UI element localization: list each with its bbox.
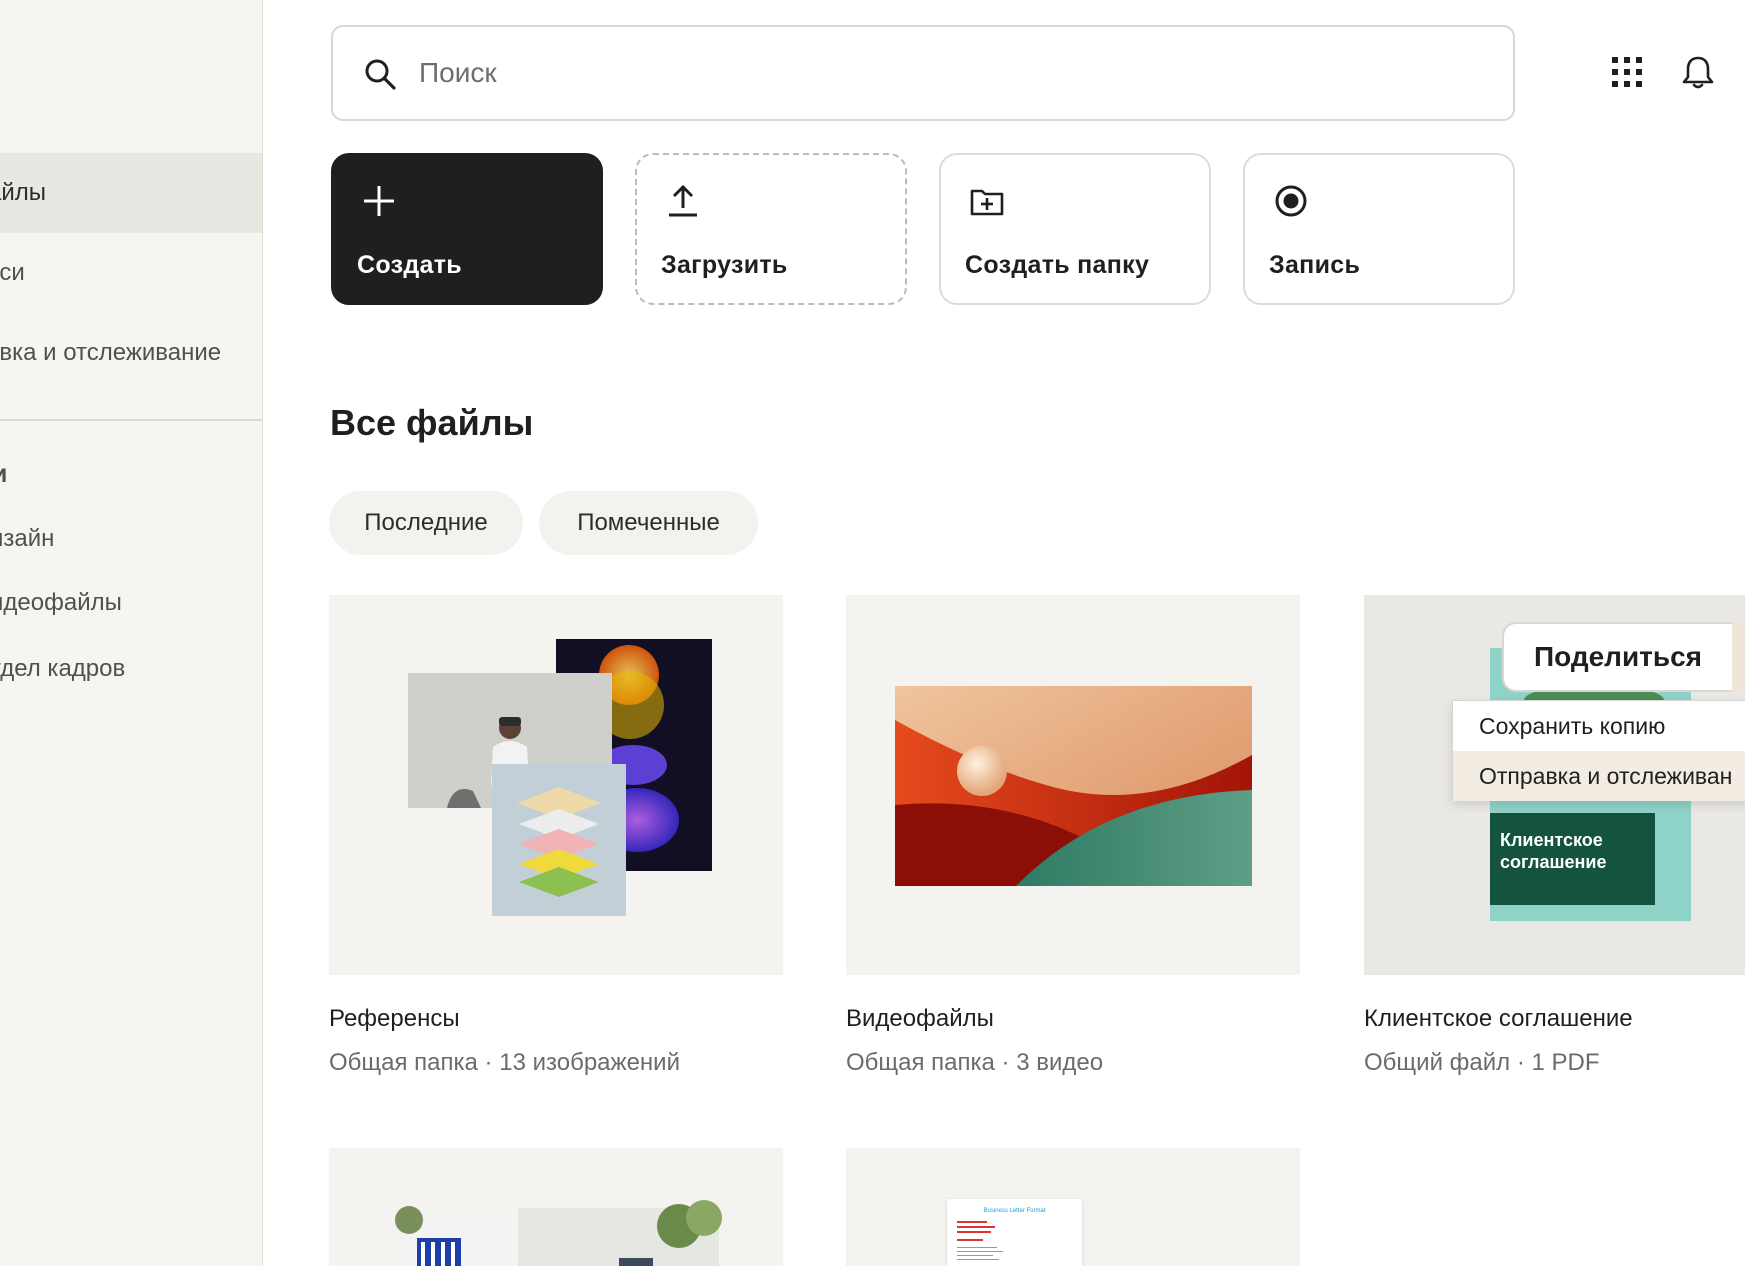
sidebar-item-design[interactable]: изайн — [0, 525, 54, 553]
search-icon — [365, 59, 396, 90]
card-thumbnail — [846, 595, 1300, 975]
videos-abstract-image — [895, 686, 1252, 886]
record-button[interactable]: Запись — [1243, 153, 1515, 305]
sidebar-item-label: иси — [0, 259, 25, 286]
record-icon — [1275, 185, 1307, 217]
new-folder-button-label: Создать папку — [965, 251, 1150, 279]
sidebar-section-title: и — [0, 460, 7, 489]
file-card-business-letter[interactable]: Business Letter Format — [846, 1148, 1300, 1266]
building-photo-image — [388, 1200, 722, 1266]
menu-item-send-track[interactable]: Отправка и отслеживан — [1453, 751, 1745, 801]
file-card-photo[interactable] — [329, 1148, 783, 1266]
search-bar[interactable] — [331, 25, 1515, 121]
card-meta: Общая папка · 3 видео — [846, 1049, 1104, 1076]
page-title: Все файлы — [330, 402, 534, 443]
app-window: айлы иси авка и отслеживание и изайн иде… — [0, 0, 1745, 1266]
plus-icon — [364, 186, 394, 216]
sidebar-divider — [0, 419, 262, 421]
create-button-label: Создать — [357, 251, 462, 279]
card-title: Видеофайлы — [846, 1005, 994, 1032]
search-input[interactable] — [419, 47, 1319, 99]
sidebar-item-label: айлы — [0, 179, 47, 206]
sidebar-item-label: авка и отслеживание — [0, 339, 222, 366]
filter-recent[interactable]: Последние — [329, 491, 523, 555]
references-collage-image — [408, 639, 712, 916]
bell-icon[interactable] — [1680, 54, 1716, 90]
document-preview: Business Letter Format — [947, 1199, 1082, 1266]
sidebar-item-files[interactable]: айлы — [0, 153, 262, 233]
sidebar: айлы иси авка и отслеживание и изайн иде… — [0, 0, 263, 1266]
context-menu: Сохранить копию Отправка и отслеживан — [1452, 700, 1745, 801]
card-meta: Общий файл · 1 PDF — [1364, 1049, 1600, 1076]
filter-starred[interactable]: Помеченные — [539, 491, 758, 555]
new-folder-button[interactable]: Создать папку — [939, 153, 1211, 305]
card-thumbnail — [329, 595, 783, 975]
menu-item-save-copy[interactable]: Сохранить копию — [1453, 701, 1745, 751]
card-title: Клиентское соглашение — [1364, 1005, 1633, 1032]
card-meta: Общая папка · 13 изображений — [329, 1049, 680, 1076]
document-preview-title: Business Letter Format — [983, 1208, 1046, 1214]
share-button[interactable]: Поделиться — [1502, 622, 1734, 692]
upload-icon — [669, 184, 697, 217]
create-button[interactable]: Создать — [331, 153, 603, 305]
sidebar-item-hr[interactable]: тдел кадров — [0, 655, 125, 683]
apps-grid-icon[interactable] — [1609, 54, 1645, 90]
share-button-edge — [1732, 622, 1745, 692]
sidebar-item-records[interactable]: иси — [0, 233, 262, 313]
card-title: Референсы — [329, 1005, 460, 1032]
folder-plus-icon — [970, 189, 1004, 216]
sidebar-item-send-track[interactable]: авка и отслеживание — [0, 313, 262, 393]
record-button-label: Запись — [1269, 251, 1361, 279]
sidebar-item-video[interactable]: идеофайлы — [0, 589, 122, 617]
upload-button[interactable]: Загрузить — [635, 153, 907, 305]
agreement-thumb-title: Клиентское соглашение — [1500, 830, 1607, 872]
upload-button-label: Загрузить — [661, 251, 788, 279]
